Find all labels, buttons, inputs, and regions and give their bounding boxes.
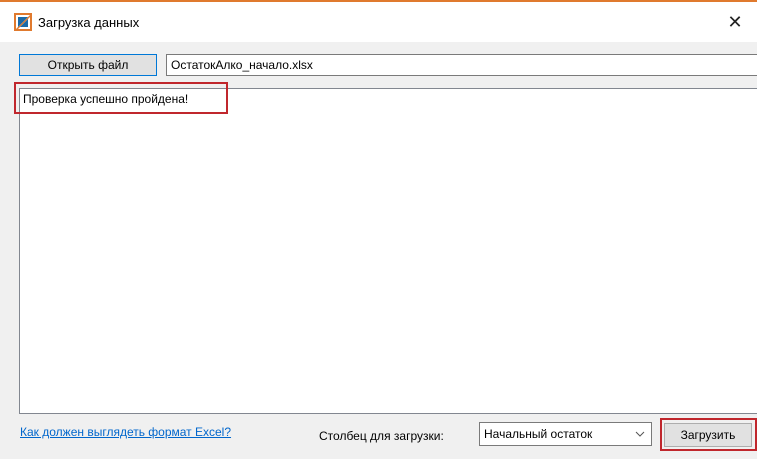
excel-format-help-link[interactable]: Как должен выглядеть формат Excel? [20,425,231,439]
column-select-label: Столбец для загрузки: [319,429,444,443]
window-title: Загрузка данных [38,15,140,30]
close-icon[interactable]: ✕ [713,2,757,42]
app-logo-icon [14,13,32,31]
highlight-load-button [660,418,757,451]
title-bar: Загрузка данных ✕ [0,2,757,42]
column-select-value: Начальный остаток [484,427,593,441]
dialog-body: Открыть файл ОстатокАлко_начало.xlsx Про… [0,42,757,459]
log-output-box[interactable]: Проверка успешно пройдена! [19,88,757,414]
open-file-button[interactable]: Открыть файл [19,54,157,76]
chevron-down-icon [635,431,645,437]
column-select[interactable]: Начальный остаток [479,422,652,446]
file-path-field[interactable]: ОстатокАлко_начало.xlsx [166,54,757,76]
highlight-log-message [14,82,228,114]
